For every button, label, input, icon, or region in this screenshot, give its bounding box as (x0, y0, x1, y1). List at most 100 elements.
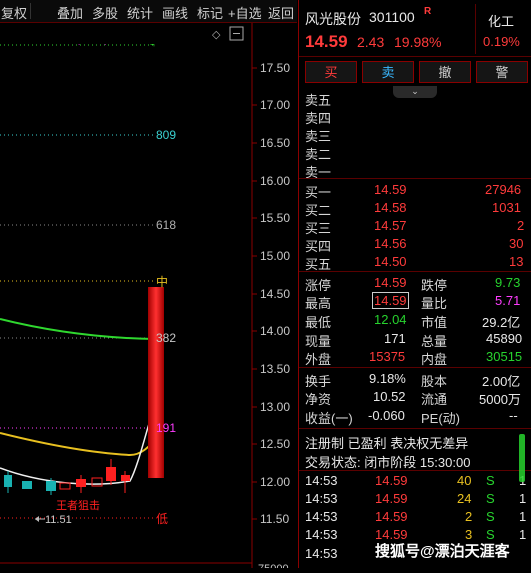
tick-price: 14.59 (375, 491, 408, 506)
price-axis-label: 13.00 (260, 400, 290, 414)
cancel-order-button[interactable]: 撤 (419, 61, 471, 83)
nav-label: 净资 (305, 392, 332, 407)
kline-chart[interactable]: ◇ . . ¬ 11.51 王者狙击 809 618 中 382 191 低 1… (0, 23, 297, 573)
fib-label-618: 618 (156, 218, 176, 232)
turnover-value: 9.18% (369, 371, 406, 386)
tick-scrollbar[interactable] (519, 434, 525, 482)
bid-5-price[interactable]: 14.50 (374, 254, 407, 269)
tick-side: S (486, 491, 495, 506)
limit-down-label: 跌停 (421, 278, 448, 293)
toolbar-back-button[interactable]: 返回 (268, 3, 294, 22)
bid-3-price[interactable]: 14.57 (374, 218, 407, 233)
tick-volume: 24 (457, 491, 472, 506)
bid-4-price[interactable]: 14.56 (374, 236, 407, 251)
pe-label: PE(动) (421, 411, 461, 426)
tick-volume: 2 (465, 509, 473, 524)
last-price: 14.59 (305, 32, 348, 51)
fib-label-191: 191 (156, 421, 176, 435)
toolbar-overlay-button[interactable]: 叠加 (57, 3, 83, 22)
volume-ratio-label: 量比 (421, 296, 448, 311)
ask-2-label: 卖二 (305, 147, 332, 162)
limit-up-candle (148, 287, 164, 478)
sector-name[interactable]: 化工 (488, 11, 514, 30)
turnover-label: 换手 (305, 374, 332, 389)
fib-label-382: 382 (156, 331, 176, 345)
price-axis-label: 12.00 (260, 475, 290, 489)
bid-3-label: 买三 (305, 221, 332, 236)
diamond-icon: ◇ (212, 28, 221, 41)
sector-change: 0.19% (483, 34, 520, 49)
toolbar-draw-button[interactable]: 画线 (162, 3, 188, 22)
bid-1-volume: 27946 (485, 182, 522, 197)
market-cap-label: 市值 (421, 315, 448, 330)
high-label: 最高 (305, 296, 332, 311)
bid-2-price[interactable]: 14.58 (374, 200, 407, 215)
watermark-text: 搜狐号@漂泊天涯客 (375, 543, 510, 560)
kline-svg: ◇ . . ¬ 11.51 王者狙击 809 618 中 382 191 低 1… (0, 23, 290, 573)
current-volume-value: 171 (384, 331, 406, 346)
tick-price: 14.59 (375, 509, 408, 524)
price-change: 2.43 (357, 34, 385, 50)
sell-button[interactable]: 卖 (362, 61, 414, 83)
limit-up-value: 14.59 (374, 275, 407, 290)
market-cap-value: 29.2亿 (482, 315, 521, 330)
toolbar-stats-button[interactable]: 统计 (127, 3, 153, 22)
tick-count: 1 (519, 527, 527, 542)
trading-status: 交易状态: 闭市阶段 15:30:00 (305, 455, 471, 470)
bid-1-label: 买一 (305, 185, 332, 200)
tick-time: 14:53 (305, 546, 338, 561)
inner-volume-label: 内盘 (421, 352, 448, 367)
tick-volume: 40 (457, 473, 472, 488)
float-value: 5000万 (479, 392, 521, 407)
bid-3-volume: 2 (517, 218, 525, 233)
buy-button[interactable]: 买 (305, 61, 357, 83)
stock-code: 301100 (369, 9, 415, 25)
tick-side: S (486, 509, 495, 524)
bid-1-price[interactable]: 14.59 (374, 182, 407, 197)
low-value: 12.04 (374, 312, 407, 327)
bid-2-label: 买二 (305, 203, 332, 218)
outer-volume-label: 外盘 (305, 352, 332, 367)
signal-label: 王者狙击 (56, 499, 100, 512)
price-axis-label: 16.50 (260, 136, 290, 150)
ask-5-label: 卖五 (305, 93, 332, 108)
svg-text:.: . (104, 38, 106, 47)
toolbar-mark-button[interactable]: 标记 (197, 3, 223, 22)
bid-4-label: 买四 (305, 239, 332, 254)
nav-value: 10.52 (373, 389, 406, 404)
fib-label-mid: 中 (156, 274, 168, 289)
price-axis-label: 15.00 (260, 249, 290, 263)
price-axis-label: 16.00 (260, 174, 290, 188)
fib-label-low: 低 (156, 512, 168, 526)
eps-label: 收益(一) (305, 411, 353, 426)
alert-button[interactable]: 警 (476, 61, 528, 83)
toolbar-fuquan-button[interactable]: 复权 (1, 3, 27, 22)
tick-side: S (486, 473, 495, 488)
low-label: 最低 (305, 315, 332, 330)
tick-time: 14:53 (305, 491, 338, 506)
tick-time: 14:53 (305, 509, 338, 524)
price-axis-label: 17.50 (260, 61, 290, 75)
price-axis-label: 14.50 (260, 287, 290, 301)
svg-text:.: . (78, 38, 80, 47)
price-change-pct: 19.98% (394, 34, 442, 50)
eps-value: -0.060 (368, 408, 405, 423)
tick-count: 1 (519, 491, 527, 506)
outer-volume-value: 15375 (369, 349, 406, 364)
toolbar-add-watchlist-button[interactable]: +自选 (228, 3, 262, 22)
toolbar-multi-stock-button[interactable]: 多股 (92, 3, 118, 22)
tick-time: 14:53 (305, 527, 338, 542)
stock-name: 风光股份 (305, 11, 361, 27)
bid-2-volume: 1031 (492, 200, 521, 215)
float-label: 流通 (421, 392, 448, 407)
collapse-chevron-icon[interactable]: ⌄ (393, 86, 437, 98)
tick-count: 1 (519, 509, 527, 524)
price-axis-label: 15.50 (260, 211, 290, 225)
stock-tags: 注册制 已盈利 表决权无差异 (305, 436, 469, 451)
registration-badge: R (424, 6, 432, 17)
volume-axis-label: 75000 (258, 563, 289, 568)
low-price-marker: 11.51 (45, 514, 72, 526)
current-volume-label: 现量 (305, 334, 332, 349)
bid-4-volume: 30 (509, 236, 524, 251)
fib-label-809: 809 (156, 128, 176, 142)
